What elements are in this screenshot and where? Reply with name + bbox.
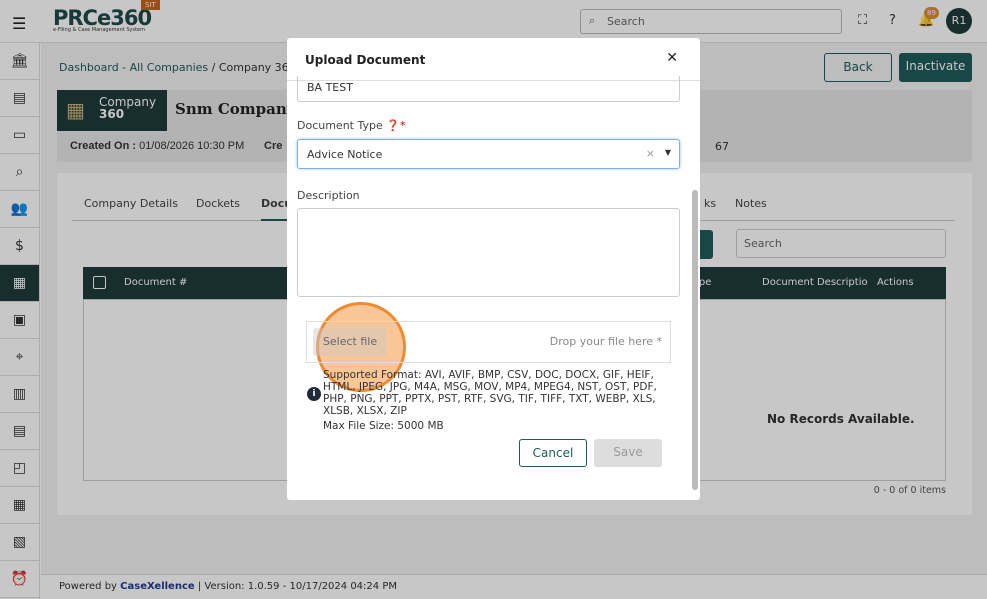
selected-value: Advice Notice — [307, 148, 383, 161]
label-text: Document Type — [297, 119, 383, 132]
scrollbar-thumb[interactable] — [692, 190, 698, 490]
close-icon[interactable]: ✕ — [666, 50, 678, 66]
chevron-down-icon[interactable]: ▼ — [665, 148, 671, 157]
document-name-input[interactable]: BA TEST — [297, 76, 680, 102]
select-file-button[interactable]: Select file — [313, 328, 387, 356]
file-dropzone[interactable]: Select file Drop your file here * — [306, 321, 671, 363]
save-button[interactable]: Save — [594, 439, 662, 467]
document-type-label: Document Type ❓* — [297, 119, 406, 132]
cancel-button[interactable]: Cancel — [519, 439, 587, 467]
drop-hint: Drop your file here * — [549, 335, 662, 348]
supported-formats: Supported Format: AVI, AVIF, BMP, CSV, D… — [323, 369, 657, 417]
modal-header: Upload Document ✕ — [287, 38, 700, 81]
upload-document-modal: Upload Document ✕ BA TEST Document Type ❓… — [287, 38, 700, 500]
clear-icon[interactable]: × — [646, 147, 655, 160]
modal-title: Upload Document — [305, 53, 426, 67]
description-label: Description — [297, 189, 360, 202]
modal-scrollbar[interactable] — [692, 80, 698, 495]
help-icon[interactable]: ❓ — [386, 119, 400, 132]
description-textarea[interactable] — [297, 208, 680, 297]
info-icon: i — [307, 387, 321, 401]
max-file-size: Max File Size: 5000 MB — [323, 420, 444, 432]
document-type-select[interactable]: Advice Notice × ▼ — [297, 139, 680, 169]
